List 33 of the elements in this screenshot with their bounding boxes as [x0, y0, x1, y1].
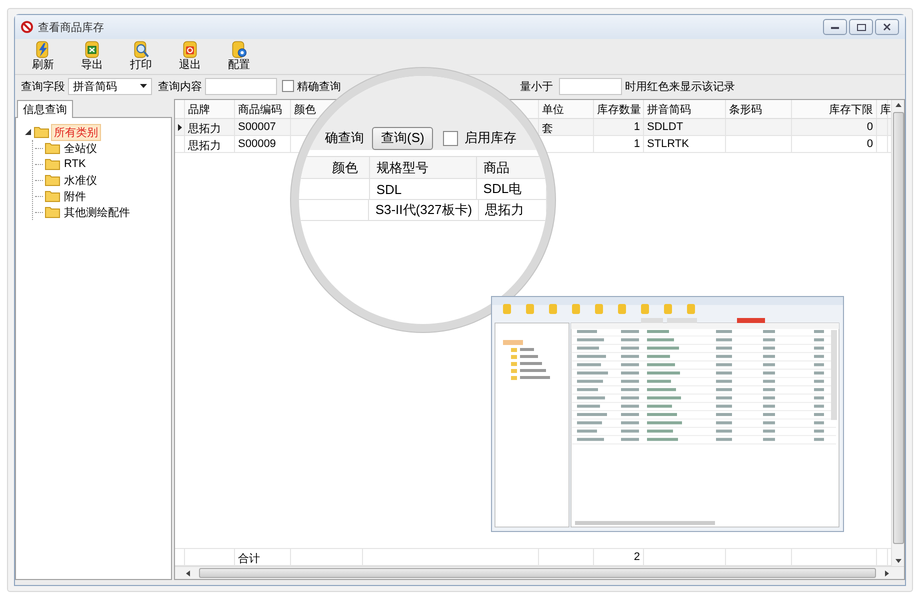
table-cell: S00009: [235, 136, 291, 152]
table-cell: 思拓力: [185, 119, 235, 135]
table-cell: 1: [594, 136, 644, 152]
content-label: 查询内容: [158, 80, 202, 94]
column-header: 库存数量: [594, 100, 644, 118]
table-cell: 套: [539, 119, 594, 135]
table-cell: S00007: [235, 119, 291, 135]
window-title: 查看商品库存: [38, 20, 104, 34]
table-cell: S3-II代(327板卡): [369, 200, 480, 220]
column-header: 库存下限: [792, 100, 877, 118]
column-header: 品牌: [185, 100, 235, 118]
table-cell: 0: [792, 119, 877, 135]
table-cell: SDLDT: [644, 119, 726, 135]
column-header: 单位: [539, 100, 594, 118]
checkbox-label: 精确查询: [297, 80, 341, 94]
table-cell: STLRTK: [644, 136, 726, 152]
table-cell: 1: [594, 119, 644, 135]
table-cell: SDL: [370, 179, 478, 199]
column-header: 库: [877, 100, 888, 118]
threshold-label: 量小于: [520, 80, 553, 94]
table-cell: 思拓力: [479, 200, 547, 220]
total-cell: 2: [594, 549, 644, 565]
table-cell: 思拓力: [185, 136, 235, 152]
table-cell: SDL电: [477, 179, 547, 199]
threshold-hint: 时用红色来显示该记录: [625, 80, 735, 94]
column-header: 商品编码: [235, 100, 291, 118]
field-label: 查询字段: [21, 80, 65, 94]
column-header: 颜色: [326, 157, 370, 178]
table-cell: 0: [792, 136, 877, 152]
total-label: 合计: [235, 549, 291, 565]
column-header: 规格型号: [370, 157, 478, 178]
column-header: 条形码: [726, 100, 792, 118]
column-header: 拼音简码: [644, 100, 726, 118]
